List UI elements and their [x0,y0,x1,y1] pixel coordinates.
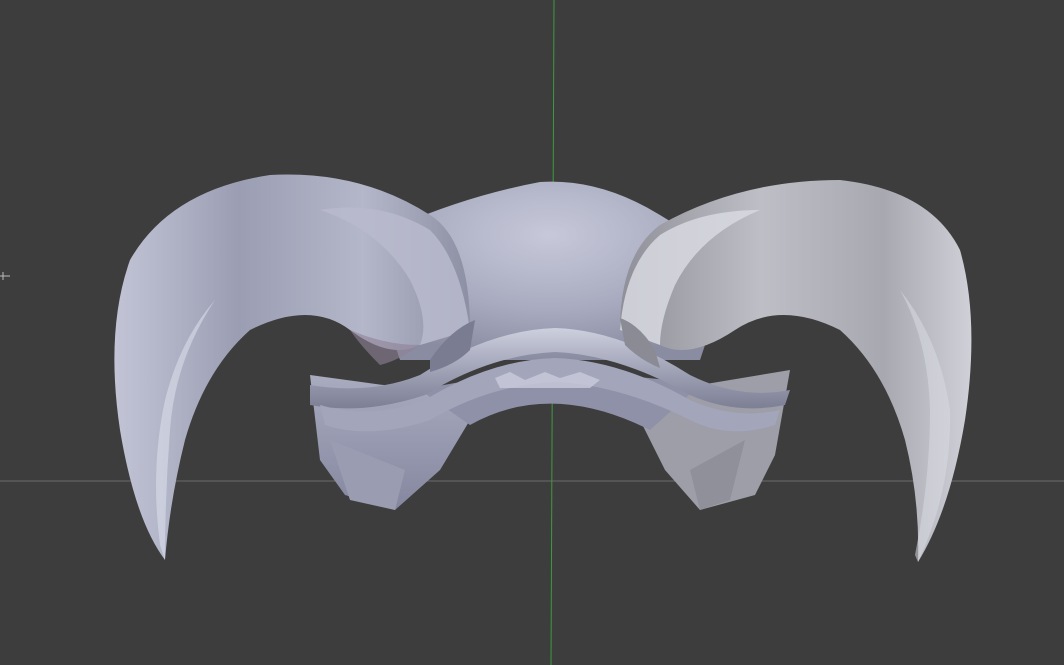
3d-viewport[interactable] [0,0,1064,665]
teeth [495,372,600,388]
skull-model[interactable] [114,174,972,563]
crosshair-icon [0,272,10,280]
viewport-canvas[interactable] [0,0,1064,665]
